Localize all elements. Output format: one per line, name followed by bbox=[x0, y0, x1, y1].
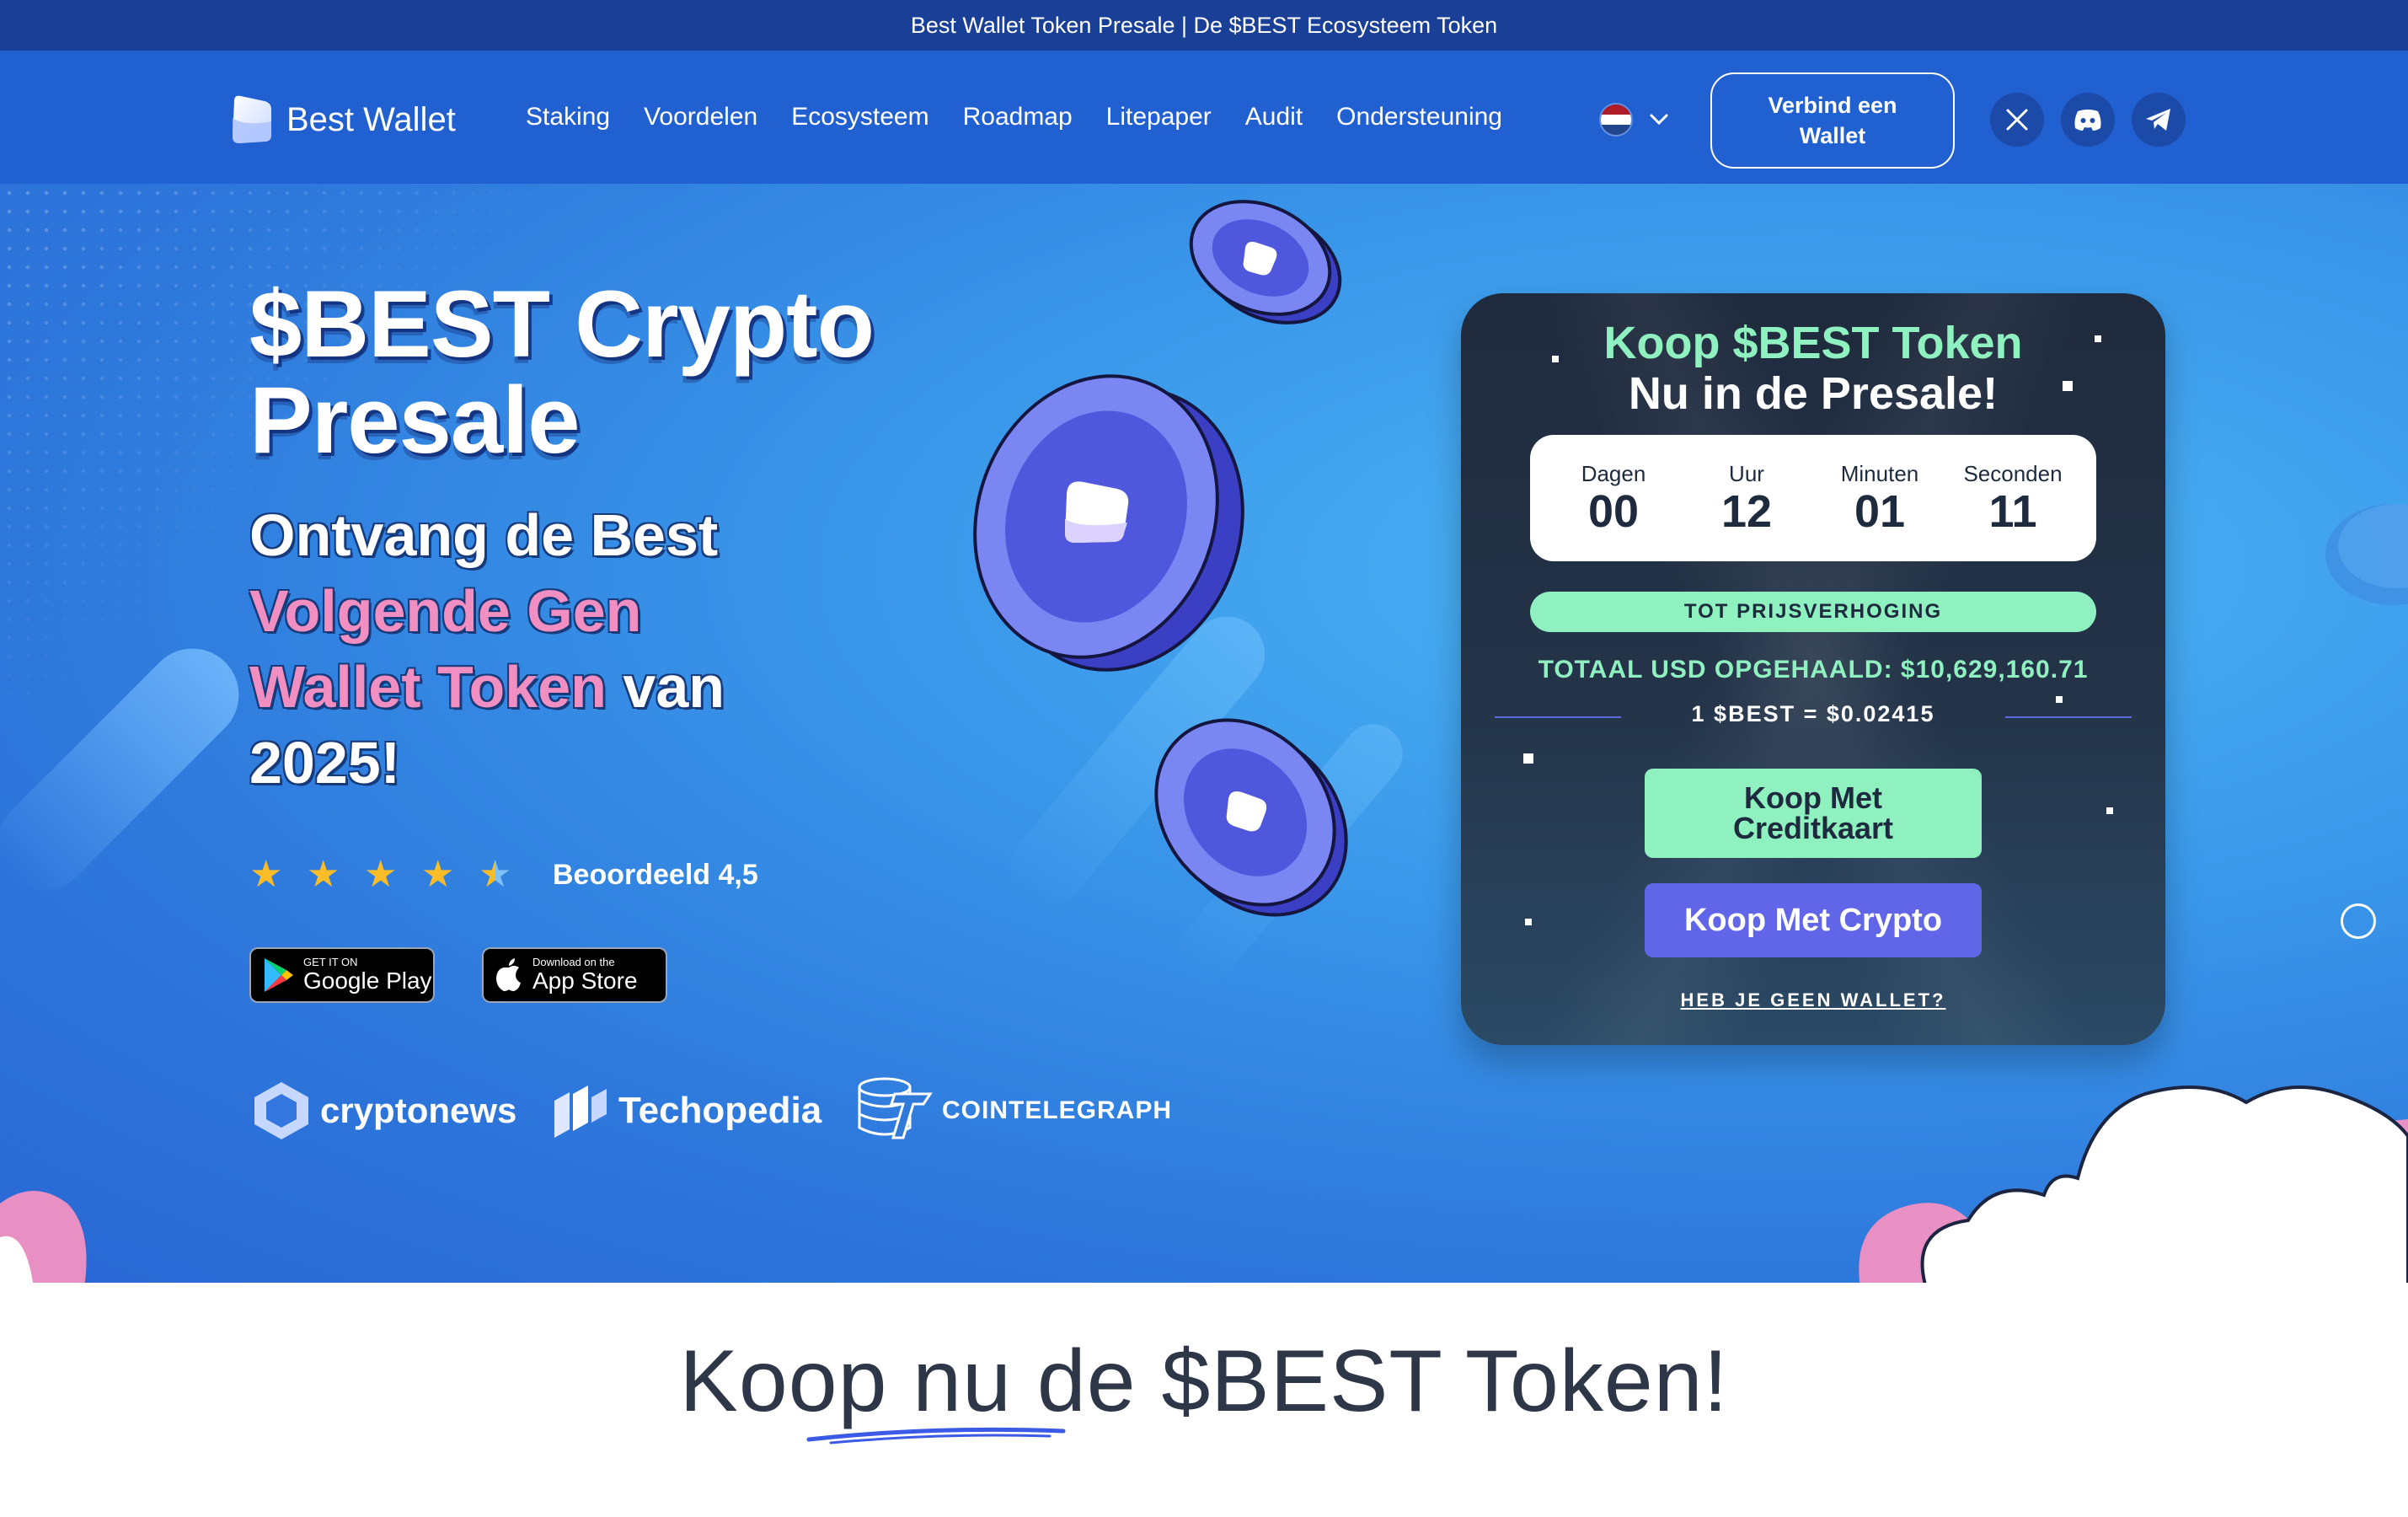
x-icon bbox=[2006, 109, 2028, 131]
nav-item-roadmap[interactable]: Roadmap bbox=[963, 103, 1073, 131]
section-title: Koop nu de $BEST Token! bbox=[679, 1332, 1729, 1430]
sparkle bbox=[1523, 753, 1533, 764]
divider-line bbox=[2005, 716, 2132, 718]
cryptonews-logo: cryptonews bbox=[251, 1077, 516, 1144]
app-store-small-text: Download on the bbox=[532, 956, 615, 968]
presale-subtitle: Nu in de Presale! bbox=[1628, 368, 1999, 419]
subtitle-highlight-1: Volgende Gen bbox=[249, 578, 642, 644]
sparkle bbox=[1525, 919, 1532, 925]
presale-card: Koop $BEST Token Nu in de Presale! Dagen… bbox=[1461, 293, 2165, 1045]
blurred-coin-icon bbox=[2325, 504, 2408, 605]
countdown-value: 00 bbox=[1587, 485, 1640, 537]
navbar: Best Wallet Staking Voordelen Ecosysteem… bbox=[0, 51, 2408, 184]
countdown-label: Dagen bbox=[1581, 460, 1646, 486]
buy-with-crypto-button[interactable]: Koop Met Crypto bbox=[1645, 883, 1982, 957]
google-play-text: Google Play bbox=[303, 968, 432, 994]
x-social-button[interactable] bbox=[1990, 93, 2044, 147]
countdown-value: 11 bbox=[1988, 485, 2037, 537]
cryptonews-text: cryptonews bbox=[320, 1091, 517, 1130]
countdown-value: 12 bbox=[1720, 485, 1773, 537]
subtitle-highlight-2: Wallet Token bbox=[249, 654, 607, 720]
connect-wallet-button[interactable]: Verbind een Wallet bbox=[1710, 72, 1955, 169]
countdown-label: Uur bbox=[1729, 460, 1764, 486]
underline-swoosh bbox=[806, 1427, 1066, 1445]
countdown-hours: Uur 12 bbox=[1688, 461, 1806, 536]
countdown-minutes: Minuten 01 bbox=[1821, 461, 1939, 536]
cointelegraph-icon bbox=[858, 1077, 933, 1139]
cointelegraph-text: COINTELEGRAPH bbox=[942, 1096, 1173, 1124]
countdown-days: Dagen 00 bbox=[1554, 461, 1672, 536]
techopedia-text: Techopedia bbox=[618, 1090, 822, 1131]
best-wallet-logo-icon bbox=[233, 95, 271, 143]
apple-icon bbox=[496, 958, 521, 991]
total-raised: TOTAAL USD OPGEHAALD: $10,629,160.71 bbox=[1538, 656, 2089, 683]
subtitle-line-1: Ontvang de Best bbox=[249, 502, 719, 568]
rating-label: Beoordeeld 4,5 bbox=[553, 858, 758, 891]
telegram-social-button[interactable] bbox=[2132, 93, 2186, 147]
hero-section: $BEST Crypto Presale Ontvang de Best Vol… bbox=[0, 184, 2408, 1283]
discord-social-button[interactable] bbox=[2061, 93, 2115, 147]
scroll-indicator[interactable] bbox=[2341, 903, 2376, 939]
brand-logo[interactable]: Best Wallet bbox=[227, 93, 456, 147]
nav-item-ondersteuning[interactable]: Ondersteuning bbox=[1336, 103, 1502, 131]
google-play-icon bbox=[265, 958, 293, 992]
nav-item-voordelen[interactable]: Voordelen bbox=[644, 103, 757, 131]
hero-subtitle: Ontvang de Best Volgende Gen Wallet Toke… bbox=[249, 497, 923, 801]
language-selector[interactable] bbox=[1599, 103, 1668, 137]
brand-name: Best Wallet bbox=[286, 100, 456, 138]
large-coin-icon bbox=[973, 374, 1244, 672]
right-cloud-decoration bbox=[1859, 1085, 2408, 1283]
nav-item-ecosysteem[interactable]: Ecosysteem bbox=[791, 103, 928, 131]
countdown-label: Minuten bbox=[1840, 460, 1919, 486]
announcement-bar: Best Wallet Token Presale | De $BEST Eco… bbox=[0, 0, 2408, 51]
countdown-label: Seconden bbox=[1963, 460, 2063, 486]
chevron-down-icon bbox=[1650, 114, 1668, 126]
rating: ★ ★ ★ ★ ★ Beoordeeld 4,5 bbox=[249, 854, 758, 895]
buy-with-card-button[interactable]: Koop Met Creditkaart bbox=[1645, 769, 1982, 858]
small-coin-icon bbox=[1189, 200, 1342, 324]
token-rate: 1 $BEST = $0.02415 bbox=[1691, 701, 1935, 726]
star-icon: ★ bbox=[421, 854, 455, 895]
countdown-timer: Dagen 00 Uur 12 Minuten 01 Seconden 11 bbox=[1530, 435, 2096, 561]
nav-item-staking[interactable]: Staking bbox=[526, 103, 610, 131]
sparkle bbox=[2106, 807, 2113, 814]
countdown-value: 01 bbox=[1854, 485, 1906, 537]
techopedia-logo: Techopedia bbox=[551, 1077, 821, 1144]
hero-title: $BEST Crypto Presale bbox=[249, 271, 875, 473]
star-icon: ★ bbox=[307, 854, 340, 895]
subtitle-year: 2025! bbox=[249, 730, 401, 796]
cointelegraph-logo: COINTELEGRAPH bbox=[853, 1077, 1172, 1144]
subtitle-rest: van bbox=[623, 654, 725, 720]
google-play-small-text: GET IT ON bbox=[303, 956, 358, 968]
app-store-text: App Store bbox=[532, 968, 638, 994]
small-coin-icon bbox=[1154, 718, 1348, 917]
no-wallet-link[interactable]: HEB JE GEEN WALLET? bbox=[1461, 989, 2165, 1011]
half-star-icon: ★ bbox=[479, 854, 512, 895]
app-store-badge[interactable]: Download on the App Store bbox=[482, 947, 667, 1003]
left-cloud-decoration bbox=[0, 1191, 87, 1283]
techopedia-icon bbox=[554, 1085, 607, 1138]
star-icon: ★ bbox=[249, 854, 283, 895]
countdown-seconds: Seconden 11 bbox=[1954, 461, 2072, 536]
cryptonews-icon bbox=[254, 1082, 308, 1139]
netherlands-flag-icon bbox=[1599, 103, 1633, 137]
price-increase-bar: TOT PRIJSVERHOGING bbox=[1530, 592, 2096, 632]
announcement-text: Best Wallet Token Presale | De $BEST Eco… bbox=[910, 12, 1498, 38]
discord-icon bbox=[2074, 110, 2101, 131]
main-menu: Staking Voordelen Ecosysteem Roadmap Lit… bbox=[526, 51, 1502, 184]
star-icon: ★ bbox=[364, 854, 398, 895]
nav-item-audit[interactable]: Audit bbox=[1245, 103, 1303, 131]
telegram-icon bbox=[2146, 109, 2170, 131]
google-play-badge[interactable]: GET IT ON Google Play bbox=[249, 947, 435, 1003]
nav-item-litepaper[interactable]: Litepaper bbox=[1106, 103, 1212, 131]
presale-title: Koop $BEST Token bbox=[1603, 318, 2023, 368]
